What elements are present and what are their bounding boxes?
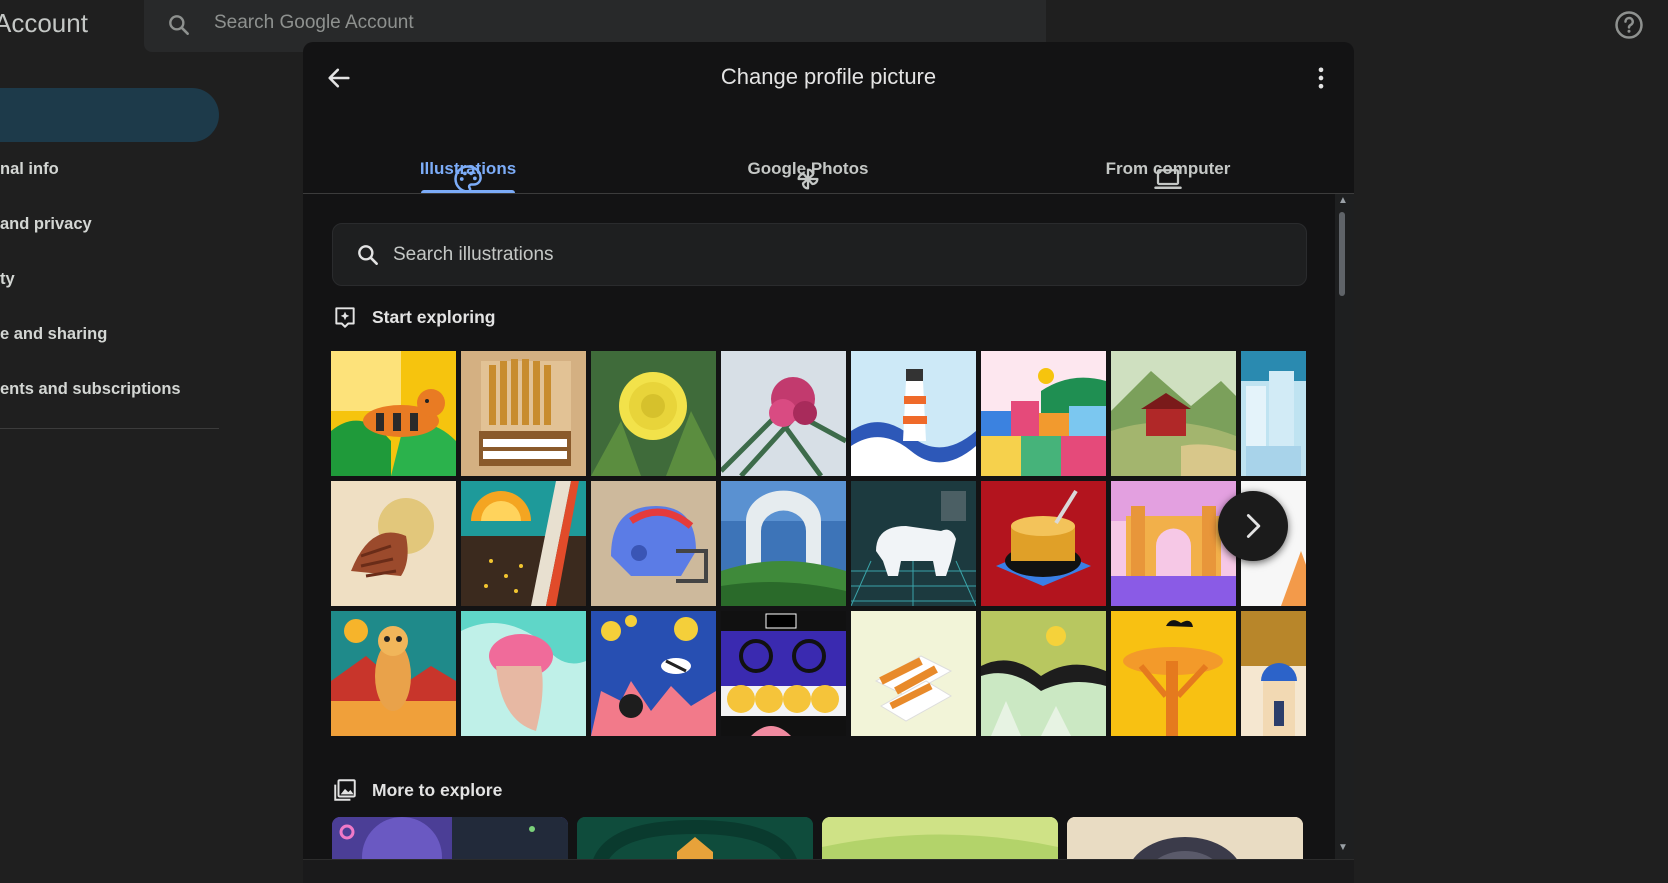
tab-google-photos[interactable]: Google Photos <box>693 42 923 190</box>
illustration-tile[interactable] <box>331 611 456 736</box>
change-profile-picture-dialog: Change profile picture Illustrations Goo… <box>303 42 1354 883</box>
illustration-tile[interactable] <box>1241 351 1306 476</box>
search-illustrations-input[interactable]: Search illustrations <box>332 223 1307 286</box>
illustration-tile[interactable] <box>1111 351 1236 476</box>
help-icon[interactable] <box>1614 10 1644 40</box>
image-gallery-icon <box>334 779 356 801</box>
tabs-divider <box>303 193 1354 194</box>
dialog-footer <box>303 859 1354 883</box>
more-vert-icon[interactable] <box>1307 64 1335 92</box>
more-to-explore-title: More to explore <box>372 780 503 800</box>
illustration-tile[interactable] <box>591 481 716 606</box>
scroll-up-arrow-icon[interactable]: ▲ <box>1338 195 1348 206</box>
sidebar-item-people-sharing[interactable]: e and sharing <box>0 325 107 344</box>
brand-title: Account <box>0 8 88 38</box>
illustration-tile[interactable] <box>851 611 976 736</box>
tab-google-photos-label: Google Photos <box>747 159 869 178</box>
illustration-tile[interactable] <box>981 611 1106 736</box>
illustration-tile[interactable] <box>851 351 976 476</box>
chevron-right-icon <box>1246 514 1261 538</box>
illustration-tile[interactable] <box>721 611 846 736</box>
search-illustrations-placeholder: Search illustrations <box>393 244 554 265</box>
illustration-tile[interactable] <box>981 481 1106 606</box>
sparkle-frame-icon <box>335 307 355 328</box>
scrollbar[interactable] <box>1335 194 1354 883</box>
scrollbar-thumb[interactable] <box>1339 212 1345 296</box>
illustration-tile[interactable] <box>461 611 586 736</box>
sidebar-divider <box>0 428 219 429</box>
account-search-placeholder: Search Google Account <box>214 12 414 33</box>
illustration-tile[interactable] <box>1241 611 1306 736</box>
illustration-tile[interactable] <box>591 611 716 736</box>
tab-illustrations-label: Illustrations <box>419 159 517 178</box>
tab-from-computer-label: From computer <box>1105 159 1231 178</box>
illustrations-grid <box>331 351 1306 736</box>
tab-from-computer[interactable]: From computer <box>1053 42 1283 189</box>
search-icon <box>169 15 189 35</box>
illustration-tile[interactable] <box>981 351 1106 476</box>
tab-illustrations[interactable]: Illustrations <box>383 42 553 193</box>
illustration-tile[interactable] <box>461 351 586 476</box>
search-icon <box>358 245 378 265</box>
sidebar-item-data-privacy[interactable]: and privacy <box>0 215 92 234</box>
start-exploring-title: Start exploring <box>372 307 496 327</box>
illustration-tile[interactable] <box>851 481 976 606</box>
illustration-tile[interactable] <box>1111 481 1236 606</box>
carousel-next-button[interactable] <box>1218 491 1288 561</box>
illustration-tile[interactable] <box>331 481 456 606</box>
illustration-tile[interactable] <box>591 351 716 476</box>
sidebar-item-security[interactable]: ty <box>0 270 15 289</box>
illustration-tile[interactable] <box>331 351 456 476</box>
illustration-tile[interactable] <box>721 481 846 606</box>
scroll-down-arrow-icon[interactable]: ▼ <box>1338 842 1348 853</box>
sidebar-item-home[interactable] <box>0 88 219 142</box>
illustration-tile[interactable] <box>721 351 846 476</box>
illustration-tile[interactable] <box>1111 611 1236 736</box>
sidebar-item-personal-info[interactable]: nal info <box>0 160 59 179</box>
sidebar-item-payments[interactable]: ents and subscriptions <box>0 380 181 399</box>
illustration-tile[interactable] <box>461 481 586 606</box>
